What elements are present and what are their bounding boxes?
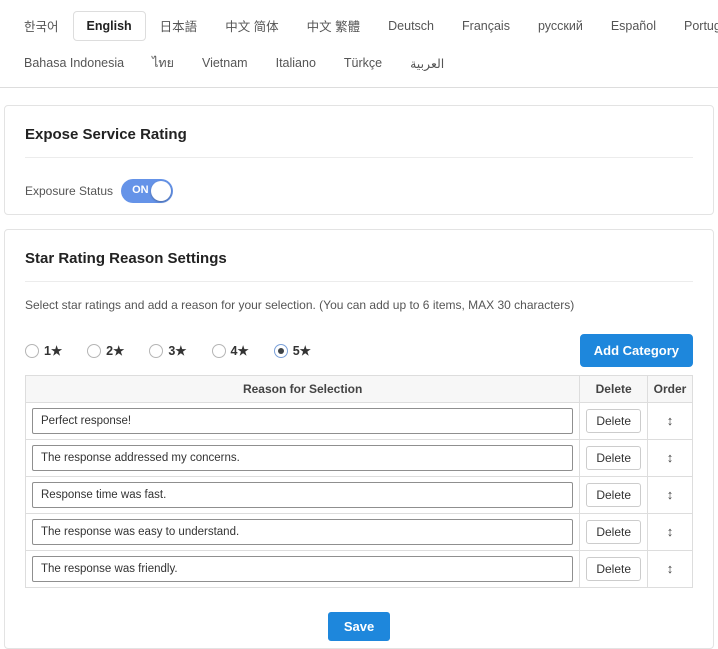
star-rating-option-2[interactable]: 2★ [87, 343, 124, 358]
reorder-handle-icon[interactable]: ↕ [667, 487, 674, 502]
table-header-row: Reason for Selection Delete Order [26, 376, 693, 403]
tab-chinese-simplified[interactable]: 中文 简体 [211, 8, 292, 43]
radio-icon [25, 344, 39, 358]
reason-input-3[interactable] [32, 482, 573, 508]
toggle-knob [151, 181, 171, 201]
tab-russian[interactable]: русский [524, 11, 597, 41]
header-delete: Delete [580, 376, 648, 403]
tab-turkish[interactable]: Türkçe [330, 48, 396, 78]
radio-label: 1★ [44, 343, 62, 358]
reorder-handle-icon[interactable]: ↕ [667, 561, 674, 576]
tab-japanese[interactable]: 日本語 [146, 8, 212, 43]
star-rating-option-4[interactable]: 4★ [212, 343, 249, 358]
header-reason: Reason for Selection [26, 376, 580, 403]
language-tabrow-2: Bahasa Indonesia ไทย Vietnam Italiano Tü… [10, 45, 708, 81]
toggle-on-label: ON [132, 185, 149, 196]
header-order: Order [648, 376, 693, 403]
table-row: Delete ↕ [26, 440, 693, 477]
reason-input-2[interactable] [32, 445, 573, 471]
star-rating-option-5[interactable]: 5★ [274, 343, 311, 358]
reason-section-description: Select star ratings and add a reason for… [25, 298, 693, 312]
tab-indonesian[interactable]: Bahasa Indonesia [10, 48, 138, 78]
radio-label: 5★ [293, 343, 311, 358]
table-row: Delete ↕ [26, 514, 693, 551]
star-rating-reason-card: Star Rating Reason Settings Select star … [4, 229, 714, 649]
radio-label: 4★ [231, 343, 249, 358]
tab-english[interactable]: English [73, 11, 146, 41]
exposure-status-label: Exposure Status [25, 184, 113, 198]
reorder-handle-icon[interactable]: ↕ [667, 413, 674, 428]
rating-controls-row: 1★ 2★ 3★ 4★ 5★ Add Category [25, 334, 693, 367]
reason-input-1[interactable] [32, 408, 573, 434]
delete-button-2[interactable]: Delete [586, 446, 641, 470]
expose-service-rating-card: Expose Service Rating Exposure Status ON [4, 105, 714, 215]
tab-french[interactable]: Français [448, 11, 524, 41]
tab-german[interactable]: Deutsch [374, 11, 448, 41]
delete-button-5[interactable]: Delete [586, 557, 641, 581]
tab-arabic[interactable]: العربية [396, 48, 458, 79]
save-button[interactable]: Save [328, 612, 390, 641]
delete-button-3[interactable]: Delete [586, 483, 641, 507]
radio-icon-selected [274, 344, 288, 358]
reason-table: Reason for Selection Delete Order Delete… [25, 375, 693, 588]
radio-label: 2★ [106, 343, 124, 358]
star-rating-radio-group: 1★ 2★ 3★ 4★ 5★ [25, 343, 311, 358]
tab-thai[interactable]: ไทย [138, 45, 188, 81]
tab-korean[interactable]: 한국어 [10, 8, 73, 43]
radio-label: 3★ [168, 343, 186, 358]
tab-portuguese[interactable]: Português [670, 11, 718, 41]
star-rating-option-3[interactable]: 3★ [149, 343, 186, 358]
reason-section-title: Star Rating Reason Settings [25, 246, 693, 282]
tab-chinese-traditional[interactable]: 中文 繁體 [293, 8, 374, 43]
star-rating-option-1[interactable]: 1★ [25, 343, 62, 358]
language-tabbar: 한국어 English 日本語 中文 简体 中文 繁體 Deutsch Fran… [0, 0, 718, 88]
delete-button-1[interactable]: Delete [586, 409, 641, 433]
tab-spanish[interactable]: Español [597, 11, 670, 41]
reason-input-5[interactable] [32, 556, 573, 582]
language-tabrow-1: 한국어 English 日本語 中文 简体 中文 繁體 Deutsch Fran… [10, 8, 708, 43]
table-row: Delete ↕ [26, 403, 693, 440]
add-category-button[interactable]: Add Category [580, 334, 693, 367]
reorder-handle-icon[interactable]: ↕ [667, 450, 674, 465]
tab-vietnamese[interactable]: Vietnam [188, 48, 262, 78]
table-row: Delete ↕ [26, 551, 693, 588]
reason-input-4[interactable] [32, 519, 573, 545]
delete-button-4[interactable]: Delete [586, 520, 641, 544]
table-row: Delete ↕ [26, 477, 693, 514]
exposure-status-row: Exposure Status ON [25, 179, 693, 203]
save-row: Save [25, 612, 693, 641]
exposure-status-toggle[interactable]: ON [121, 179, 173, 203]
radio-icon [212, 344, 226, 358]
radio-icon [87, 344, 101, 358]
tab-italian[interactable]: Italiano [262, 48, 330, 78]
reorder-handle-icon[interactable]: ↕ [667, 524, 674, 539]
radio-icon [149, 344, 163, 358]
expose-section-title: Expose Service Rating [25, 122, 693, 158]
